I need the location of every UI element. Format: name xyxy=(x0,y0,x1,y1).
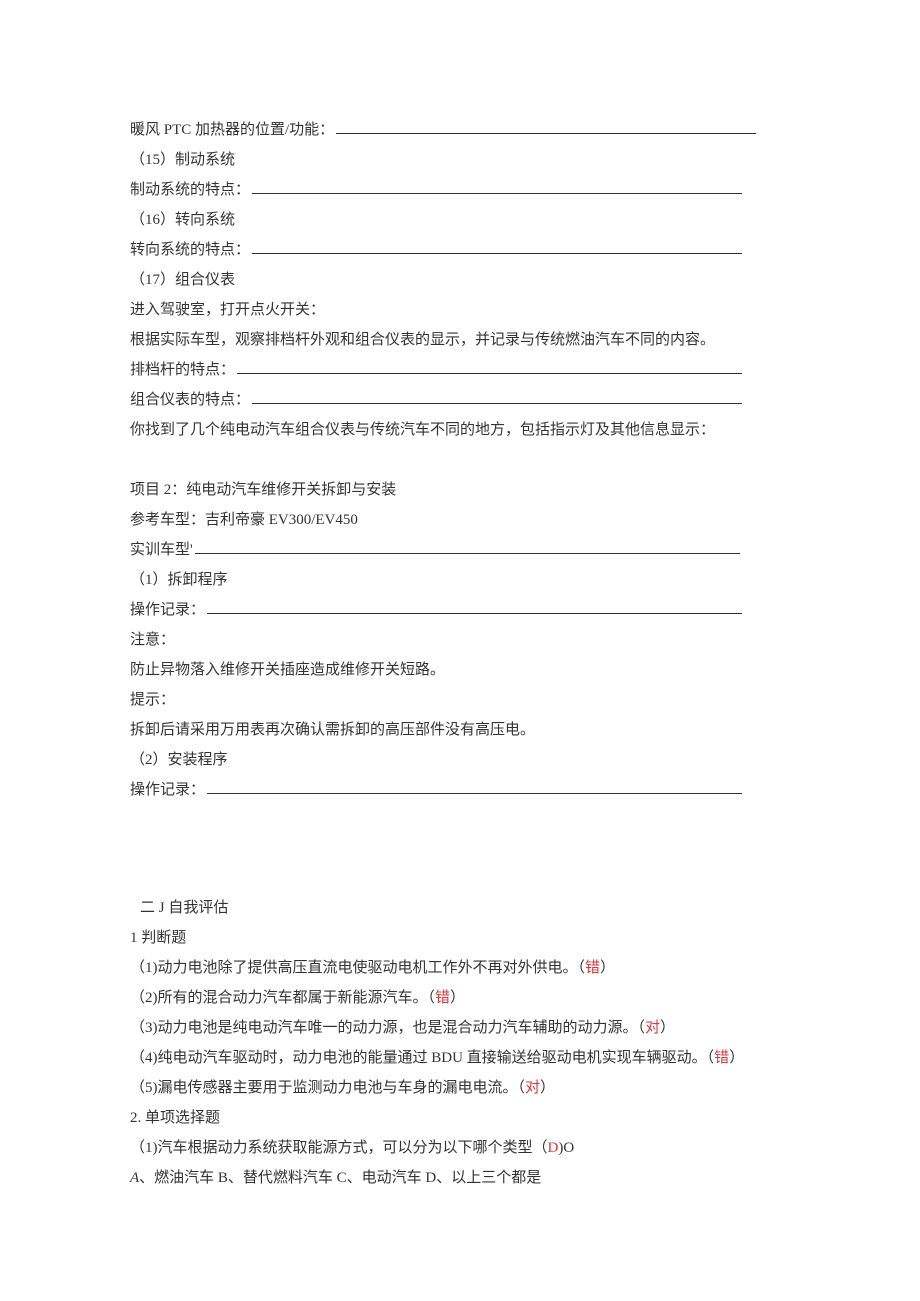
assessment-heading-text: 二 J 自我评估 xyxy=(140,900,228,916)
assessment-heading: 二 J 自我评估 xyxy=(130,893,790,923)
item15-line: 制动系统的特点： xyxy=(130,175,790,205)
ptc-line: 暖风 PTC 加热器的位置/功能： xyxy=(130,115,790,145)
mc-q1-answer: D xyxy=(548,1140,559,1156)
project2-title: 项目 2：纯电动汽车维修开关拆卸与安装 xyxy=(130,475,790,505)
mc-q1: （1)汽车根据动力系统获取能源方式，可以分为以下哪个类型（D)O xyxy=(130,1133,790,1163)
mc-q1-text: （1)汽车根据动力系统获取能源方式，可以分为以下哪个类型（ xyxy=(130,1140,548,1156)
tf-q4-close: ） xyxy=(729,1050,744,1066)
item15-blank xyxy=(252,178,742,194)
tf-q3-close: ） xyxy=(660,1020,675,1036)
item17-line3: 排档杆的特点： xyxy=(130,355,790,385)
step2-heading: （2）安装程序 xyxy=(130,745,790,775)
part2-heading: 2. 单项选择题 xyxy=(130,1103,790,1133)
item17-line2: 根据实际车型，观察排档杆外观和组合仪表的显示，并记录与传统燃油汽车不同的内容。 xyxy=(130,325,790,355)
tf-q3: （3)动力电池是纯电动汽车唯一的动力源，也是混合动力汽车辅助的动力源。（对） xyxy=(130,1013,790,1043)
item16-line: 转向系统的特点： xyxy=(130,235,790,265)
tip-label: 提示： xyxy=(130,685,790,715)
tf-q2: （2)所有的混合动力汽车都属于新能源汽车。（错） xyxy=(130,983,790,1013)
item17-blank4 xyxy=(252,388,742,404)
tf-q5-close: ） xyxy=(540,1080,555,1096)
item17-line1: 进入驾驶室，打开点火开关： xyxy=(130,295,790,325)
tf-q5-text: （5)漏电传感器主要用于监测动力电池与车身的漏电电流。（ xyxy=(130,1080,525,1096)
item17-heading: （17）组合仪表 xyxy=(130,265,790,295)
document-page: 暖风 PTC 加热器的位置/功能： （15）制动系统 制动系统的特点： （16）… xyxy=(0,0,920,1301)
step1-record-label: 操作记录： xyxy=(130,602,205,618)
step1-record-blank xyxy=(207,598,742,614)
tf-q2-close: ） xyxy=(450,990,465,1006)
train-model-blank xyxy=(195,538,740,554)
mc-q1-suffix: )O xyxy=(558,1140,574,1156)
spacer-1 xyxy=(130,445,790,475)
item17-line4: 组合仪表的特点： xyxy=(130,385,790,415)
step2-record-label: 操作记录： xyxy=(130,782,205,798)
step2-record-line: 操作记录： xyxy=(130,775,790,805)
step1-record-line: 操作记录： xyxy=(130,595,790,625)
step1-heading: （1）拆卸程序 xyxy=(130,565,790,595)
item16-label: 转向系统的特点： xyxy=(130,242,250,258)
item16-heading: （16）转向系统 xyxy=(130,205,790,235)
ptc-label: 暖风 PTC 加热器的位置/功能： xyxy=(130,122,334,138)
tf-q1-text: （1)动力电池除了提供高压直流电使驱动电机工作外不再对外供电。（ xyxy=(130,960,585,976)
note-text: 防止异物落入维修开关插座造成维修开关短路。 xyxy=(130,655,790,685)
tf-q4-text: （4)纯电动汽车驱动时，动力电池的能量通过 BDU 直接输送给驱动电机实现车辆驱… xyxy=(130,1050,714,1066)
item15-label: 制动系统的特点： xyxy=(130,182,250,198)
train-model-line: 实训车型' xyxy=(130,535,790,565)
train-model-label: 实训车型' xyxy=(130,542,193,558)
tf-q5: （5)漏电传感器主要用于监测动力电池与车身的漏电电流。（对） xyxy=(130,1073,790,1103)
item15-heading: （15）制动系统 xyxy=(130,145,790,175)
tf-q4: （4)纯电动汽车驱动时，动力电池的能量通过 BDU 直接输送给驱动电机实现车辆驱… xyxy=(130,1043,790,1073)
step2-record-blank xyxy=(207,778,742,794)
item17-label3: 排档杆的特点： xyxy=(130,362,235,378)
item17-blank3 xyxy=(237,358,742,374)
ref-model: 参考车型：吉利帝豪 EV300/EV450 xyxy=(130,505,790,535)
part1-heading: 1 判断题 xyxy=(130,923,790,953)
item17-label4: 组合仪表的特点： xyxy=(130,392,250,408)
tf-q1-answer: 错 xyxy=(585,960,600,976)
tf-q3-text: （3)动力电池是纯电动汽车唯一的动力源，也是混合动力汽车辅助的动力源。（ xyxy=(130,1020,645,1036)
mc-q1-opts-rest: 、燃油汽车 B、替代燃料汽车 C、电动汽车 D、以上三个都是 xyxy=(139,1170,541,1186)
tf-q3-answer: 对 xyxy=(645,1020,660,1036)
item16-blank xyxy=(252,238,742,254)
tf-q1-close: ） xyxy=(600,960,615,976)
mc-q1-optA-letter: A xyxy=(130,1170,139,1186)
tip-text: 拆卸后请采用万用表再次确认需拆卸的高压部件没有高压电。 xyxy=(130,715,790,745)
tf-q4-answer: 错 xyxy=(714,1050,729,1066)
tf-q1: （1)动力电池除了提供高压直流电使驱动电机工作外不再对外供电。（错） xyxy=(130,953,790,983)
tf-q2-answer: 错 xyxy=(435,990,450,1006)
note-label: 注意： xyxy=(130,625,790,655)
tf-q2-text: （2)所有的混合动力汽车都属于新能源汽车。（ xyxy=(130,990,435,1006)
spacer-2 xyxy=(130,805,790,893)
ptc-blank xyxy=(336,118,756,134)
item17-line5: 你找到了几个纯电动汽车组合仪表与传统汽车不同的地方，包括指示灯及其他信息显示： xyxy=(130,415,790,445)
tf-q5-answer: 对 xyxy=(525,1080,540,1096)
mc-q1-options: A、燃油汽车 B、替代燃料汽车 C、电动汽车 D、以上三个都是 xyxy=(130,1163,790,1193)
